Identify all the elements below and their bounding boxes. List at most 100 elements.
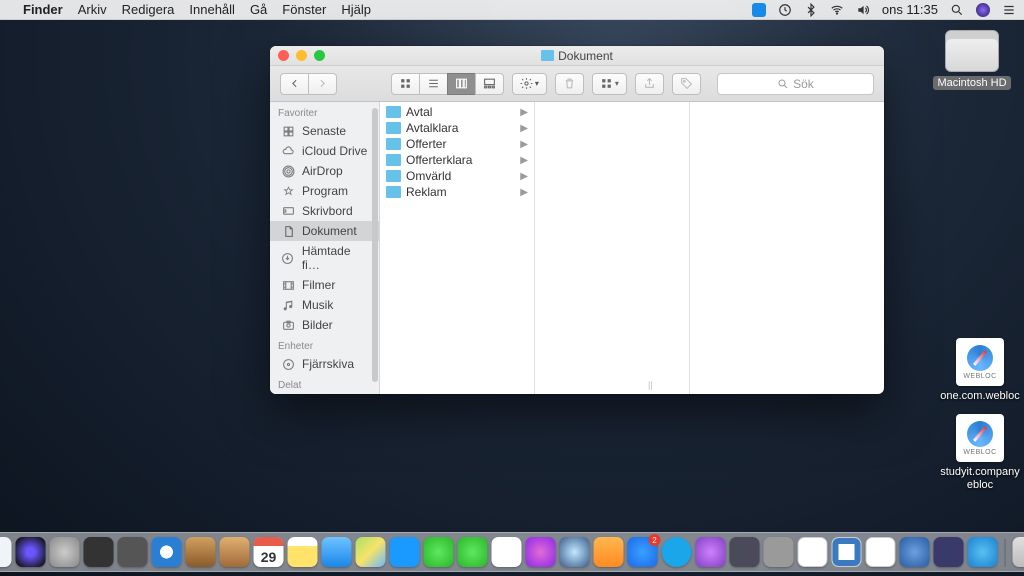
sidebar-item-pictures[interactable]: Bilder [270,315,379,335]
dock-mission-control[interactable] [84,537,114,567]
desktop-icon-webloc2[interactable]: WEBLOC studyit.company ebloc [936,414,1024,492]
folder-icon [386,122,401,134]
dock-mail[interactable] [322,537,352,567]
dock-siri[interactable] [16,537,46,567]
folder-row[interactable]: Avtal▶ [380,104,534,120]
view-list-button[interactable] [419,73,447,95]
sidebar-item-music[interactable]: Musik [270,295,379,315]
dock-imovie[interactable] [696,537,726,567]
chevron-right-icon: ▶ [520,187,528,198]
sidebar-item-desktop[interactable]: Skrivbord [270,201,379,221]
sidebar-item-documents[interactable]: Dokument [270,221,379,241]
window-title: Dokument [558,49,613,63]
sidebar-item-downloads[interactable]: Hämtade fi… [270,241,379,275]
view-icons-button[interactable] [391,73,419,95]
desktop-icon-webloc1[interactable]: WEBLOC one.com.webloc [936,338,1024,403]
dock-messages-blue[interactable] [390,537,420,567]
dock-launchpad[interactable] [50,537,80,567]
badge: 2 [649,534,661,546]
folder-row[interactable]: Offerter▶ [380,136,534,152]
sidebar-item-applications[interactable]: Program [270,181,379,201]
dock-notes[interactable] [288,537,318,567]
dock: 2 [0,532,1024,572]
spotlight-icon[interactable] [950,3,964,17]
dock-facetime[interactable] [458,537,488,567]
forward-button[interactable] [308,73,337,95]
view-buttons [391,73,504,95]
dock-itunes[interactable] [526,537,556,567]
dock-photos[interactable] [492,537,522,567]
sidebar-item-airdrop[interactable]: AirDrop [270,161,379,181]
dock-skype[interactable] [662,537,692,567]
column-resize-handle[interactable]: || [648,380,653,390]
dock-maps[interactable] [356,537,386,567]
column-2 [535,102,690,394]
clock[interactable]: ons 11:35 [882,2,938,17]
window-close-button[interactable] [278,50,289,61]
dock-document[interactable] [866,537,896,567]
timemachine-icon[interactable] [778,3,792,17]
dock-calendar[interactable] [254,537,284,567]
menu-fonster[interactable]: Fönster [282,2,326,17]
bluetooth-icon[interactable] [804,3,818,17]
desktop-icon [280,204,296,218]
dock-share[interactable] [730,537,760,567]
folder-row[interactable]: Omvärld▶ [380,168,534,184]
dock-quicktime[interactable] [560,537,590,567]
arrange-button[interactable]: ▾ [512,73,547,95]
folder-row[interactable]: Reklam▶ [380,184,534,200]
share-button[interactable] [635,73,664,95]
dock-appstore[interactable]: 2 [628,537,658,567]
chevron-right-icon: ▶ [520,123,528,134]
tags-button[interactable] [672,73,701,95]
sidebar-item-movies[interactable]: Filmer [270,275,379,295]
menu-innehall[interactable]: Innehåll [189,2,235,17]
dock-trash[interactable] [1013,537,1024,567]
back-button[interactable] [280,73,308,95]
dock-app[interactable] [934,537,964,567]
nav-buttons [280,73,337,95]
dock-pages[interactable] [832,537,862,567]
dock-dashboard[interactable] [118,537,148,567]
finder-window: Dokument ▾ ▾ Sök Favoriter [270,46,884,394]
search-field[interactable]: Sök [717,73,874,95]
dock-reminders[interactable] [220,537,250,567]
volume-icon[interactable] [856,3,870,17]
dock-textedit[interactable] [798,537,828,567]
dock-thunderbird[interactable] [900,537,930,567]
dock-contacts[interactable] [186,537,216,567]
window-minimize-button[interactable] [296,50,307,61]
title-bar[interactable]: Dokument [270,46,884,66]
desktop-icon-hd[interactable]: Macintosh HD [932,30,1012,90]
dock-finder[interactable] [0,537,12,567]
wifi-icon[interactable] [830,3,844,17]
quicktime-menu-icon[interactable] [752,3,766,17]
window-zoom-button[interactable] [314,50,325,61]
dock-safari[interactable] [152,537,182,567]
group-button[interactable]: ▾ [592,73,627,95]
menu-arkiv[interactable]: Arkiv [78,2,107,17]
dock-system-preferences[interactable] [764,537,794,567]
folder-icon [541,50,554,61]
notification-center-icon[interactable] [1002,3,1016,17]
view-columns-button[interactable] [447,73,475,95]
sidebar-item-recents[interactable]: Senaste [270,121,379,141]
sidebar-item-shared[interactable]: hq [270,393,379,394]
dock-teamviewer[interactable] [968,537,998,567]
sidebar-item-icloud[interactable]: iCloud Drive [270,141,379,161]
menu-redigera[interactable]: Redigera [122,2,175,17]
music-icon [280,298,296,312]
folder-row[interactable]: Offerterklara▶ [380,152,534,168]
app-menu[interactable]: Finder [23,2,63,17]
menu-ga[interactable]: Gå [250,2,267,17]
siri-menu-icon[interactable] [976,3,990,17]
view-gallery-button[interactable] [475,73,504,95]
sidebar-item-remote-disc[interactable]: Fjärrskiva [270,354,379,374]
sidebar-scrollbar[interactable] [372,108,378,382]
column-3 [690,102,884,394]
dock-messages[interactable] [424,537,454,567]
dock-ibooks[interactable] [594,537,624,567]
menu-hjalp[interactable]: Hjälp [341,2,371,17]
delete-button[interactable] [555,73,584,95]
folder-row[interactable]: Avtalklara▶ [380,120,534,136]
